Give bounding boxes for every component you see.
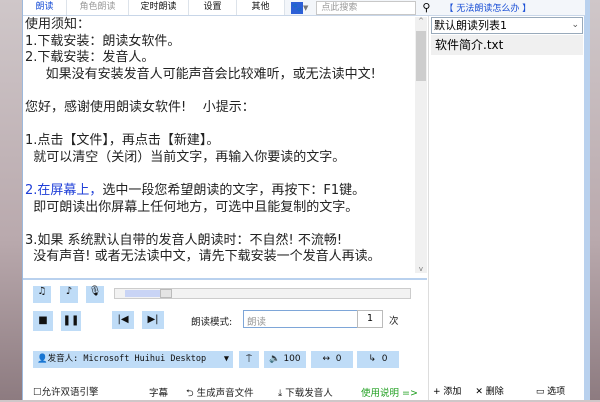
generate-audio-label: 生成声音文件 — [196, 388, 254, 399]
pitch-control[interactable]: ↳ 0 — [357, 351, 399, 368]
options-button[interactable]: ▭ 选项 — [536, 384, 565, 397]
generate-audio-button[interactable]: ⮌ 生成声音文件 — [186, 385, 254, 402]
music-note-icon[interactable]: ♪ — [60, 286, 78, 303]
tab-settings[interactable]: 设置 — [189, 0, 237, 15]
scroll-thumb[interactable] — [416, 31, 426, 81]
list-item[interactable]: 软件简介.txt — [431, 35, 583, 55]
chevron-down-icon: ⌄ — [571, 20, 579, 30]
pitch-value: 0 — [381, 354, 388, 364]
text-line: 即可朗读出你屏幕上任何地方，可选中且能复制的文字。 — [25, 199, 359, 215]
search-icon[interactable]: ⚲ — [422, 1, 430, 14]
text-line: 1.点击【文件】，再点击【新建】。 — [25, 133, 220, 149]
playlist-panel: 默认朗读列表1 ⌄ 软件简介.txt + 添加 ✕ 删除 ▭ 选项 — [428, 16, 585, 400]
app-window: 朗读 角色朗读 定时朗读 设置 其他 🐾 ▼ 点此搜索 ⚲ 【 无法朗读怎么办 】… — [22, 0, 590, 400]
text-scrollbar[interactable]: ^ v — [415, 17, 427, 273]
text-line — [25, 83, 415, 100]
manual-link[interactable]: 使用说明 => — [361, 385, 418, 399]
next-button[interactable]: ▶| — [142, 311, 164, 329]
text-line: 1.下载安装：朗读女软件。 — [25, 33, 181, 49]
delete-button[interactable]: ✕ 删除 — [475, 384, 503, 397]
microphone-icon[interactable]: 🎙 — [86, 286, 104, 303]
help-link[interactable]: 【 无法朗读怎么办 】 — [444, 1, 531, 14]
download-voice-label: 下载发音人 — [285, 388, 333, 399]
music-file-icon[interactable]: ♫ — [33, 286, 51, 303]
antenna-icon[interactable]: ⍑ — [239, 351, 259, 368]
volume-value: 100 — [283, 354, 301, 364]
text-line: 没有声音! 或者无法读中文，请先下载安装一个发音人再读。 — [25, 249, 381, 265]
text-line: 如果没有安装发音人可能声音会比较难听，或无法读中文! — [25, 66, 376, 82]
bilingual-checkbox[interactable]: ☐允许双语引擎 — [33, 384, 99, 398]
tab-role-read[interactable]: 角色朗读 — [67, 0, 129, 15]
text-editor[interactable]: 使用须知： 1.下载安装：朗读女软件。 2.下载安装：发音人。 如果没有安装发音人可… — [25, 16, 415, 274]
volume-control[interactable]: 🔈 100 — [264, 351, 306, 368]
add-button[interactable]: + 添加 — [433, 384, 461, 397]
slider-thumb[interactable] — [160, 289, 172, 298]
mode-label: 朗读模式: — [191, 317, 233, 328]
subtitle-button[interactable]: 字幕 — [149, 385, 168, 399]
text-line — [25, 216, 415, 233]
text-line: 就可以清空（关闭）当前文字，再输入你要读的文字。 — [25, 149, 346, 165]
text-line: 3.如果 系统默认自带的发音人朗读时：不自然! 不流畅! — [25, 232, 343, 248]
highlight-text: 2.在屏幕上， — [25, 182, 103, 198]
tab-read[interactable]: 朗读 — [23, 0, 67, 15]
download-voice-button[interactable]: ⤓ 下载发音人 — [278, 385, 333, 399]
voice-select[interactable]: 👤发音人: Microsoft Huihui Desktop ▼ — [33, 351, 233, 368]
text-line: 使用须知： — [25, 17, 91, 32]
tab-other[interactable]: 其他 — [237, 0, 285, 15]
dropdown-arrow-icon[interactable]: ▼ — [303, 4, 308, 12]
paw-icon[interactable]: 🐾 — [291, 1, 303, 14]
bilingual-label: 允许双语引擎 — [41, 387, 99, 398]
text-line: 您好，感谢使用朗读女软件! 小提示： — [25, 99, 255, 115]
progress-slider[interactable] — [114, 288, 411, 299]
voice-name: 发音人: Microsoft Huihui Desktop — [47, 354, 207, 364]
repeat-input[interactable]: 1 — [357, 310, 383, 328]
pause-button[interactable]: ❚❚ — [61, 311, 81, 331]
text-line — [25, 117, 415, 134]
text-line — [25, 166, 415, 183]
caret-down-icon: ▼ — [223, 354, 229, 364]
tab-bar: 朗读 角色朗读 定时朗读 设置 其他 🐾 ▼ 点此搜索 ⚲ 【 无法朗读怎么办 】 — [23, 0, 585, 16]
playlist-selected: 默认朗读列表1 — [434, 19, 507, 32]
rate-control[interactable]: ↔ 0 — [311, 351, 353, 368]
playlist-select[interactable]: 默认朗读列表1 ⌄ — [431, 17, 583, 34]
user-icon: 👤 — [37, 354, 48, 364]
text-line: 选中一段您希望朗读的文字，再按下：F1键。 — [102, 182, 366, 198]
search-input[interactable]: 点此搜索 — [316, 0, 417, 15]
rate-value: 0 — [335, 354, 342, 364]
stop-button[interactable]: ■ — [33, 311, 53, 331]
mode-value: 朗读 — [247, 317, 267, 328]
control-panel: ♫ ♪ 🎙 ■ ❚❚ |◀ ▶| 朗读模式: 朗读⌄ 1 次 👤发音人: Mic… — [23, 278, 427, 400]
text-line: 2.下载安装：发音人。 — [25, 50, 155, 66]
tab-timed-read[interactable]: 定时朗读 — [129, 0, 189, 15]
previous-button[interactable]: |◀ — [112, 311, 134, 329]
repeat-unit: 次 — [389, 316, 399, 327]
